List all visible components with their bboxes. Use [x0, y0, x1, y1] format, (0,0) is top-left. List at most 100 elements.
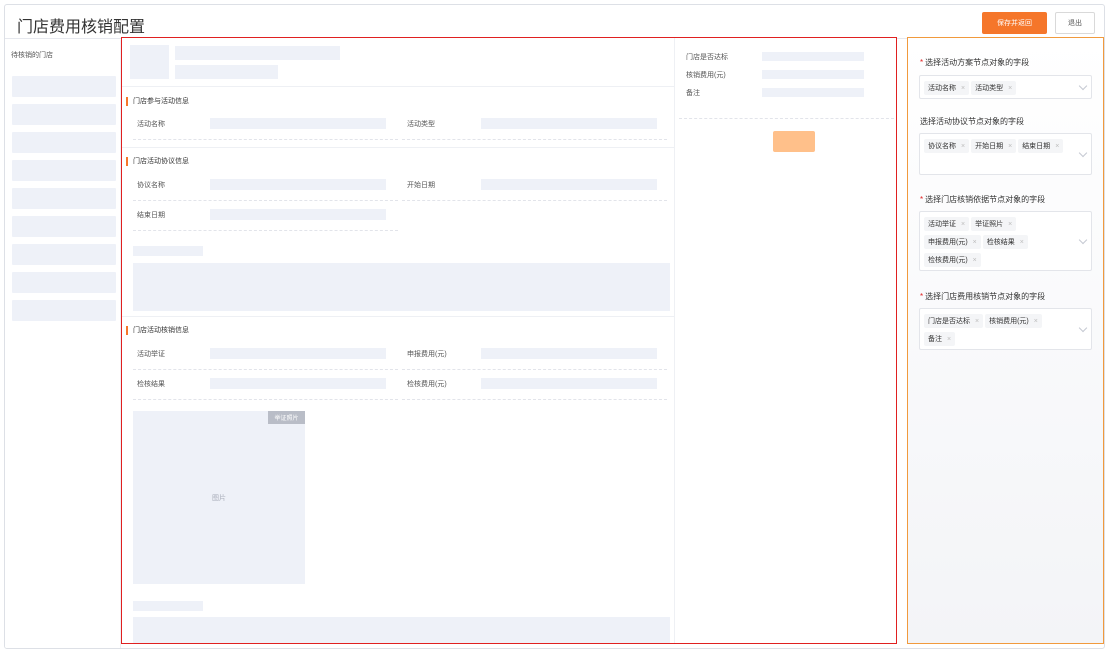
config-tag-label: 申报费用(元) [928, 239, 968, 246]
field-label-activity-proof: 活动举证 [137, 351, 165, 358]
config-select-activity-plan[interactable]: 活动名称 × 活动类型 × [919, 75, 1092, 99]
detail-left-column: 门店参与活动信息 活动名称 活动类型 门店活动协议信息 协议名称 开始日期 结束… [122, 38, 675, 643]
config-tag: 开始日期 × [971, 139, 1017, 153]
section-title-text: 门店活动核销信息 [133, 327, 189, 334]
block-content-placeholder [133, 263, 670, 311]
config-tag: 活动类型 × [971, 81, 1017, 95]
confirm-button[interactable] [773, 131, 815, 152]
config-tag-label: 检核结果 [986, 239, 1015, 246]
store-sidebar: 待核销的门店 [5, 40, 121, 648]
field-label-activity-name: 活动名称 [137, 121, 165, 128]
tag-close-icon[interactable]: × [1008, 143, 1012, 150]
field-value-agreement-name [210, 179, 386, 190]
tag-close-icon[interactable]: × [1034, 318, 1038, 325]
field-value-check-result [210, 378, 386, 389]
field-underline [133, 200, 398, 201]
tag-close-icon[interactable]: × [947, 336, 951, 343]
field-value-verified-cost [762, 70, 864, 79]
tag-close-icon[interactable]: × [1008, 85, 1012, 92]
field-config-panel: * 选择活动方案节点对象的字段 活动名称 × 活动类型 × 选择活动协议节点对象的字段 … [907, 37, 1104, 644]
sidebar-store-item[interactable] [12, 216, 116, 237]
field-label-check-result: 检核结果 [137, 381, 165, 388]
exit-button[interactable]: 退出 [1055, 12, 1095, 34]
block-content-placeholder [133, 617, 670, 643]
field-underline [133, 139, 398, 140]
tag-close-icon[interactable]: × [1055, 143, 1059, 150]
block-title-placeholder [133, 601, 203, 611]
section-divider [122, 86, 675, 87]
config-tag-label: 活动名称 [928, 85, 956, 92]
sidebar-store-item[interactable] [12, 300, 116, 321]
field-underline [402, 139, 667, 140]
field-underline [133, 230, 398, 231]
store-subtitle-placeholder [175, 65, 278, 79]
tag-close-icon[interactable]: × [973, 239, 977, 246]
sidebar-store-item[interactable] [12, 272, 116, 293]
chevron-down-icon[interactable] [1078, 323, 1088, 333]
config-tag: 检核结果 × [982, 235, 1028, 249]
tag-close-icon[interactable]: × [973, 257, 977, 264]
config-tag: 核销费用(元) × [985, 314, 1042, 328]
section-title-text: 门店参与活动信息 [133, 98, 189, 105]
sidebar-store-item[interactable] [12, 244, 116, 265]
field-underline [402, 399, 667, 400]
config-label-text: 选择活动方案节点对象的字段 [925, 58, 1030, 67]
tag-close-icon[interactable]: × [1020, 239, 1024, 246]
config-tag: 协议名称 × [924, 139, 970, 153]
chevron-down-icon[interactable] [1078, 235, 1088, 245]
sidebar-store-item[interactable] [12, 104, 116, 125]
proof-photo-badge: 举证照片 [268, 411, 305, 424]
store-name-placeholder [175, 46, 340, 60]
config-tag-label: 举证照片 [975, 221, 1004, 228]
config-label-activity-plan: * 选择活动方案节点对象的字段 [920, 57, 1029, 68]
config-tag: 备注 × [924, 332, 956, 346]
config-tag: 活动举证 × [924, 217, 970, 231]
chevron-down-icon[interactable] [1078, 81, 1088, 91]
config-select-activity-agreement[interactable]: 协议名称 × 开始日期 × 结束日期 × [919, 133, 1092, 175]
sidebar-store-item[interactable] [12, 76, 116, 97]
field-value-activity-name [210, 118, 386, 129]
right-column-divider [679, 118, 894, 119]
save-and-return-button[interactable]: 保存并返回 [982, 12, 1047, 34]
config-tag-label: 备注 [928, 336, 942, 343]
chevron-down-icon[interactable] [1078, 148, 1088, 158]
tag-close-icon[interactable]: × [961, 85, 965, 92]
field-label-remark: 备注 [686, 90, 700, 97]
config-tag: 申报费用(元) × [924, 235, 981, 249]
tag-close-icon[interactable]: × [961, 143, 965, 150]
config-tag: 结束日期 × [1018, 139, 1064, 153]
config-label-text: 选择门店核销依据节点对象的字段 [925, 195, 1046, 204]
field-value-activity-type [481, 118, 657, 129]
field-underline [402, 200, 667, 201]
tag-close-icon[interactable]: × [961, 221, 965, 228]
field-label-agreement-name: 协议名称 [137, 182, 165, 189]
sidebar-title: 待核销的门店 [11, 52, 53, 59]
config-tag-label: 活动举证 [928, 221, 956, 228]
field-value-store-qualified [762, 52, 864, 61]
config-label-text: 选择活动协议节点对象的字段 [920, 117, 1024, 126]
field-label-end-date: 结束日期 [137, 212, 165, 219]
sidebar-store-item[interactable] [12, 132, 116, 153]
sidebar-store-item[interactable] [12, 160, 116, 181]
section-divider [122, 147, 675, 148]
config-tag-label: 协议名称 [928, 143, 956, 150]
required-asterisk: * [920, 58, 924, 67]
section-divider [122, 316, 675, 317]
field-value-end-date [210, 209, 386, 220]
config-select-verification-basis[interactable]: 活动举证 × 举证照片 × 申报费用(元) × 检核结果 × 检核费用(元) × [919, 211, 1092, 271]
config-tag: 门店是否达标 × [924, 314, 984, 328]
block-title-placeholder [133, 246, 203, 256]
config-tag-label: 结束日期 [1022, 143, 1051, 150]
config-select-cost-verification[interactable]: 门店是否达标 × 核销费用(元) × 备注 × [919, 308, 1092, 350]
tag-close-icon[interactable]: × [1008, 221, 1012, 228]
proof-photo[interactable]: 举证照片 图片 [133, 411, 305, 584]
field-value-start-date [481, 179, 657, 190]
field-label-check-cost: 检核费用(元) [407, 381, 447, 388]
sidebar-store-item[interactable] [12, 188, 116, 209]
section-accent-bar [126, 325, 128, 335]
store-avatar-placeholder [130, 45, 169, 79]
tag-close-icon[interactable]: × [975, 318, 979, 325]
config-tag-label: 门店是否达标 [928, 318, 970, 325]
config-label-cost-verification: * 选择门店费用核销节点对象的字段 [920, 291, 1045, 302]
field-label-start-date: 开始日期 [407, 182, 435, 189]
